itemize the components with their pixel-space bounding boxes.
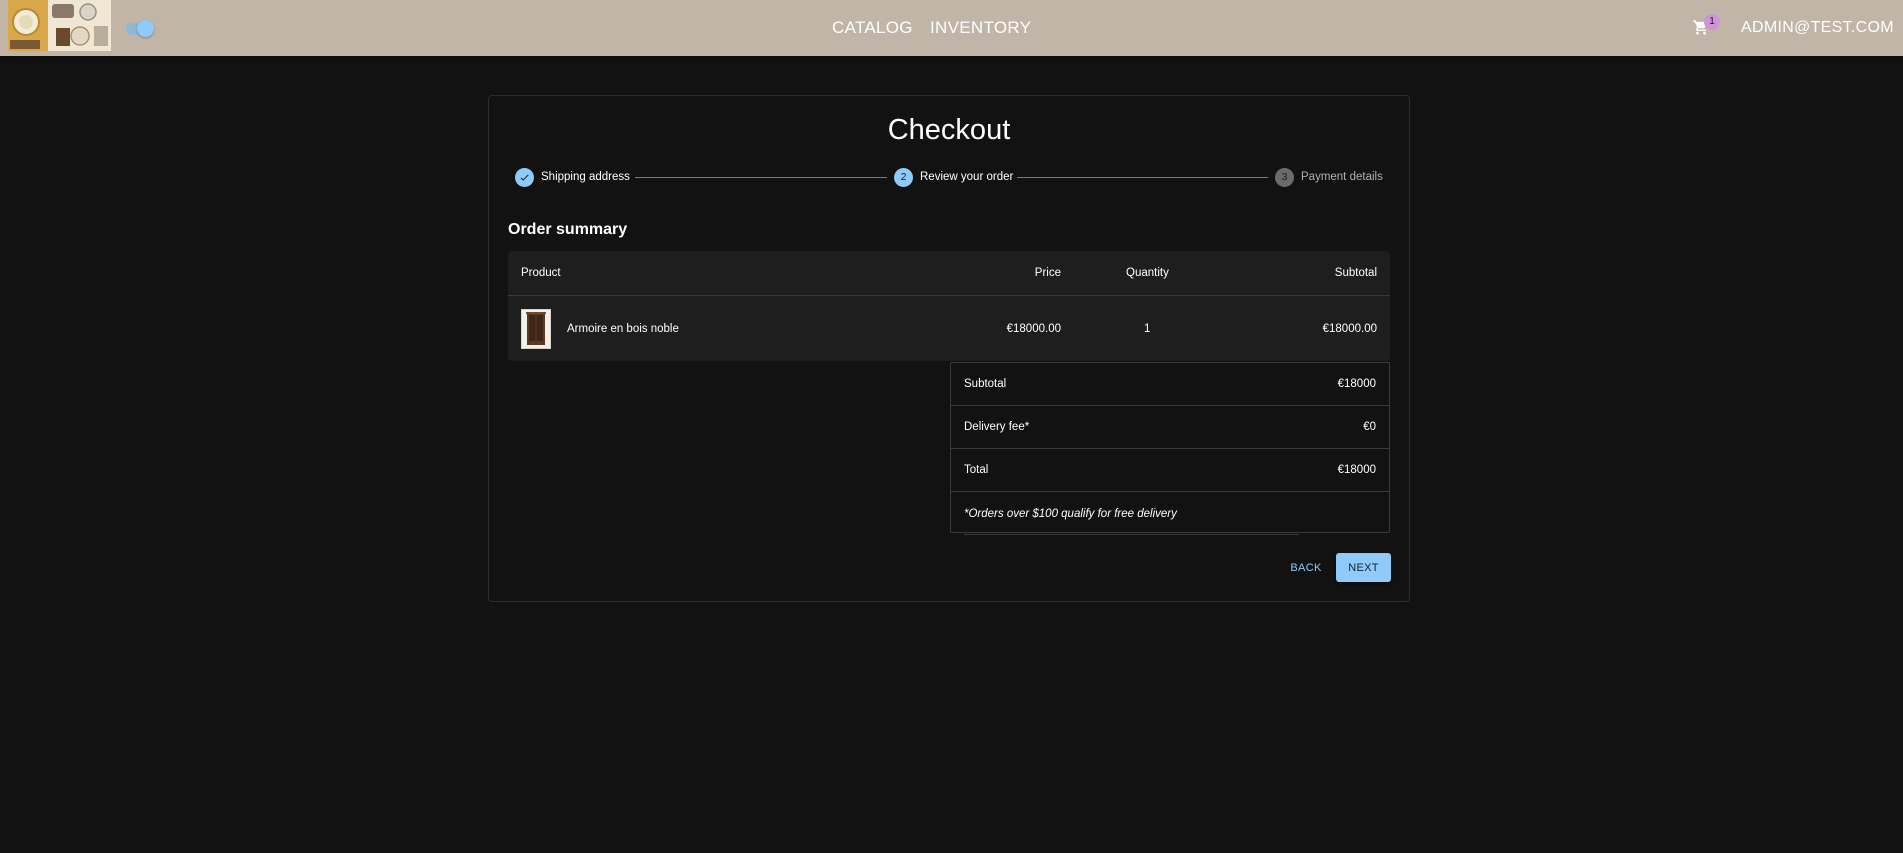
step-payment-details: 3 Payment details — [1275, 167, 1383, 187]
step-label: Payment details — [1301, 171, 1383, 183]
step-shipping-address: Shipping address — [515, 167, 630, 187]
product-quantity: 1 — [1144, 322, 1151, 335]
product-thumbnail — [521, 309, 551, 349]
delivery-fee-value: €0 — [1363, 421, 1376, 433]
step-number: 3 — [1275, 167, 1294, 187]
page-title: Checkout — [887, 114, 1011, 146]
section-title: Order summary — [508, 221, 628, 238]
step-label: Shipping address — [541, 171, 630, 183]
step-connector — [1017, 177, 1268, 178]
product-subtotal: €18000.00 — [1322, 322, 1377, 335]
subtotal-row: Subtotal €18000 — [951, 363, 1389, 406]
table-row: Armoire en bois noble €18000.00 1 €18000… — [508, 296, 1390, 361]
product-name: Armoire en bois noble — [567, 322, 679, 335]
step-label: Review your order — [920, 171, 1014, 183]
nav-catalog[interactable]: CATALOG — [832, 0, 913, 56]
logo[interactable] — [8, 0, 111, 51]
step-review-order: 2 Review your order — [894, 167, 1013, 187]
order-totals: Subtotal €18000 Delivery fee* €0 Total €… — [950, 362, 1390, 535]
toggle-thumb — [137, 20, 154, 37]
app-bar: CATALOG INVENTORY 1 ADMIN@TEST.COM — [0, 0, 1903, 56]
user-menu[interactable]: ADMIN@TEST.COM — [1741, 0, 1894, 56]
cart-badge: 1 — [1704, 14, 1720, 30]
step-connector — [635, 177, 887, 178]
column-header-subtotal: Subtotal — [1334, 267, 1377, 279]
subtotal-value: €18000 — [1337, 378, 1376, 390]
total-row: Total €18000 — [951, 449, 1389, 492]
order-table: Product Price Quantity Subtotal Armoire … — [508, 251, 1390, 361]
subtotal-label: Subtotal — [964, 378, 1007, 390]
next-button[interactable]: Next — [1336, 553, 1391, 582]
theme-toggle[interactable] — [122, 19, 154, 37]
delivery-note: *Orders over $100 qualify for free deliv… — [964, 507, 1177, 520]
delivery-fee-row: Delivery fee* €0 — [951, 406, 1389, 449]
cart-button[interactable]: 1 — [1690, 14, 1720, 40]
back-button[interactable]: Back — [1284, 553, 1328, 582]
check-icon — [515, 167, 534, 187]
checkout-card: Checkout Shipping address 2 Review your … — [488, 95, 1410, 602]
total-value: €18000 — [1337, 464, 1376, 476]
column-header-price: Price — [1034, 267, 1061, 279]
total-label: Total — [964, 464, 989, 476]
delivery-fee-label: Delivery fee* — [964, 421, 1030, 433]
table-header: Product Price Quantity Subtotal — [508, 251, 1390, 296]
delivery-note-row: *Orders over $100 qualify for free deliv… — [951, 492, 1389, 535]
divider — [964, 534, 1299, 535]
step-number: 2 — [894, 167, 913, 187]
product-price: €18000.00 — [1006, 322, 1061, 335]
column-header-product: Product — [521, 267, 561, 279]
nav-inventory[interactable]: INVENTORY — [930, 0, 1031, 56]
column-header-quantity: Quantity — [1126, 267, 1169, 279]
